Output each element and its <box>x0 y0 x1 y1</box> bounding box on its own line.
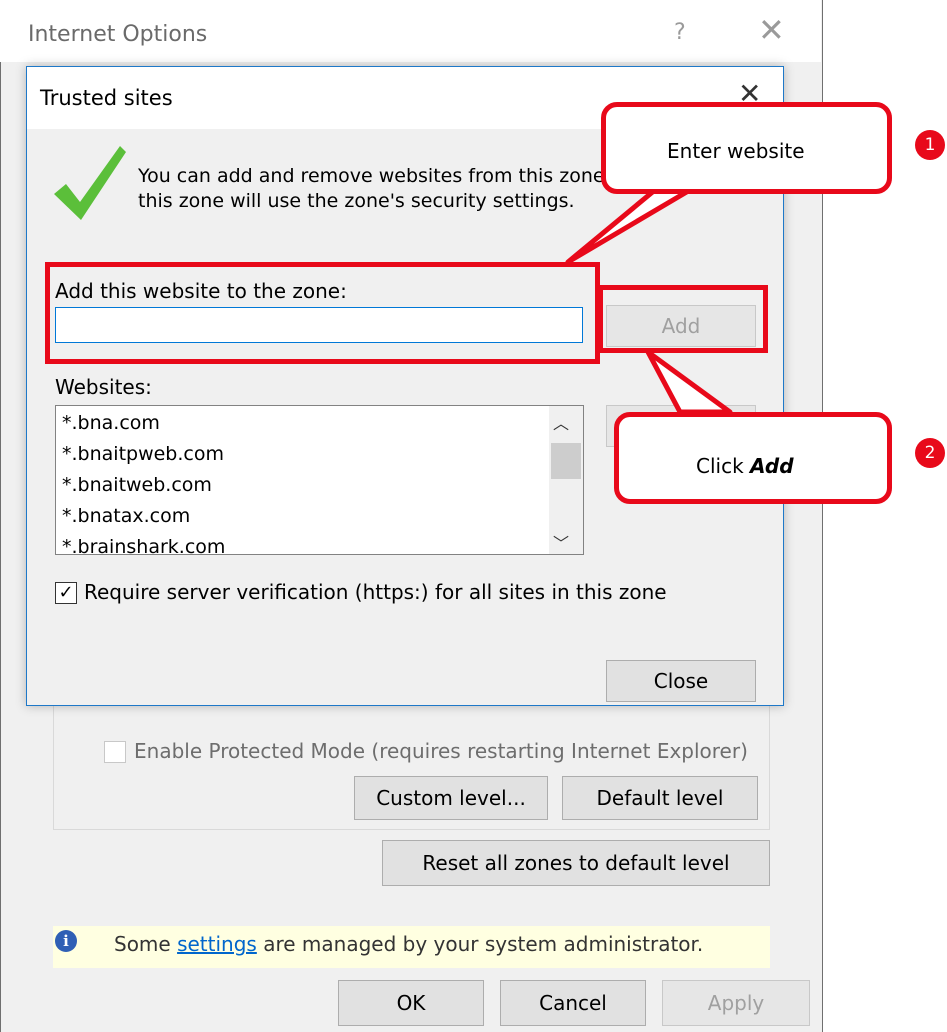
protected-mode-label: Enable Protected Mode (requires restarti… <box>134 739 748 763</box>
callout-1-text: Enter website <box>667 139 805 163</box>
admin-notice-suffix: are managed by your system administrator… <box>256 932 704 956</box>
list-item[interactable]: *.bnaitpweb.com <box>62 443 224 465</box>
input-highlight-box <box>45 262 600 364</box>
ok-button[interactable]: OK <box>338 980 484 1026</box>
zone-info-line-1: You can add and remove websites from thi… <box>138 165 605 187</box>
dialog-title: Trusted sites <box>40 86 173 110</box>
custom-level-button[interactable]: Custom level... <box>354 776 548 820</box>
websites-list[interactable]: *.bna.com *.bnaitpweb.com *.bnaitweb.com… <box>55 405 584 555</box>
window-title: Internet Options <box>28 22 208 47</box>
scroll-thumb[interactable] <box>551 443 581 479</box>
callout-2-prefix: Click <box>696 454 751 478</box>
step-2-badge: 2 <box>915 438 945 468</box>
callout-2-emphasis: Add <box>750 454 794 478</box>
step-1-badge: 1 <box>915 130 945 160</box>
cancel-button[interactable]: Cancel <box>500 980 646 1026</box>
reset-all-zones-button[interactable]: Reset all zones to default level <box>382 840 770 886</box>
window-close-icon[interactable]: ✕ <box>758 14 785 46</box>
websites-label: Websites: <box>55 375 152 399</box>
list-item[interactable]: *.bna.com <box>62 412 160 434</box>
default-level-button[interactable]: Default level <box>562 776 758 820</box>
callout-2-text: Click Add <box>696 454 794 478</box>
list-item[interactable]: *.brainshark.com <box>62 536 225 554</box>
close-button[interactable]: Close <box>606 660 756 702</box>
admin-notice-text: Some settings are managed by your system… <box>114 932 703 956</box>
scroll-down-icon[interactable]: ﹀ <box>553 530 569 554</box>
info-icon: i <box>55 930 77 952</box>
require-verification-checkbox[interactable]: ✓ <box>55 582 77 604</box>
help-icon[interactable]: ? <box>674 20 686 45</box>
admin-notice-prefix: Some <box>114 932 178 956</box>
require-verification-label: Require server verification (https:) for… <box>84 580 667 604</box>
checkmark-icon <box>54 146 126 220</box>
protected-mode-checkbox[interactable] <box>104 741 126 763</box>
add-highlight-box <box>598 285 768 353</box>
list-item[interactable]: *.bnatax.com <box>62 505 190 527</box>
list-item[interactable]: *.bnaitweb.com <box>62 474 212 496</box>
scroll-up-icon[interactable]: ︿ <box>553 410 569 434</box>
settings-link[interactable]: settings <box>177 932 257 956</box>
apply-button[interactable]: Apply <box>662 980 810 1026</box>
zone-info-line-2: this zone will use the zone's security s… <box>138 190 575 212</box>
